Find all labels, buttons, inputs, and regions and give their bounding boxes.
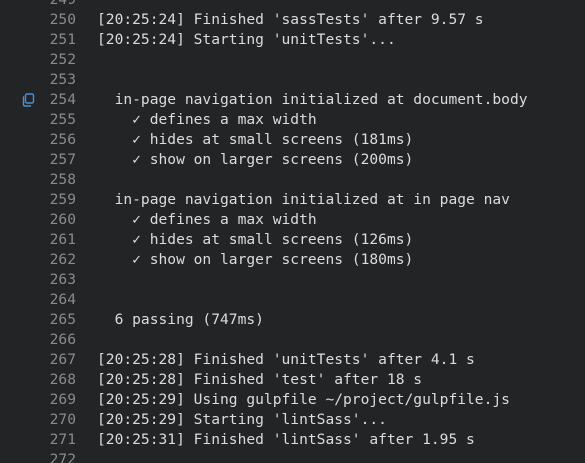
line-number: 254 — [49, 91, 76, 108]
console-line: 260 ✓ defines a max width — [0, 210, 585, 230]
line-text: ✓ defines a max width — [97, 111, 317, 128]
line-text: ✓ show on larger screens (200ms) — [97, 151, 414, 168]
console-line: 261 ✓ hides at small screens (126ms) — [0, 230, 585, 250]
line-number: 268 — [49, 371, 76, 388]
console-line: 254 in-page navigation initialized at do… — [0, 90, 585, 110]
line-number: 266 — [49, 331, 76, 348]
line-text: [20:25:28] Finished 'unitTests' after 4.… — [97, 351, 475, 368]
console-line: 259 in-page navigation initialized at in… — [0, 190, 585, 210]
line-number: 255 — [49, 111, 76, 128]
line-number: 265 — [49, 311, 76, 328]
console-line: 256 ✓ hides at small screens (181ms) — [0, 130, 585, 150]
console-line: 270 [20:25:29] Starting 'lintSass'... — [0, 410, 585, 430]
line-number: 270 — [49, 411, 76, 428]
console-line: 267 [20:25:28] Finished 'unitTests' after… — [0, 350, 585, 370]
console-line: 258 — [0, 170, 585, 190]
line-number: 267 — [49, 351, 76, 368]
console-line: 271 [20:25:31] Finished 'lintSass' after … — [0, 430, 585, 450]
console-line: 249 — [0, 0, 585, 10]
console-line: 263 — [0, 270, 585, 290]
line-number: 260 — [49, 211, 76, 228]
console-lines: 249250 [20:25:24] Finished 'sassTests' af… — [0, 0, 585, 463]
line-text: ✓ show on larger screens (180ms) — [97, 251, 414, 268]
console-line: 272 — [0, 450, 585, 463]
line-number: 269 — [49, 391, 76, 408]
line-number: 257 — [49, 151, 76, 168]
line-number: 259 — [49, 191, 76, 208]
console-line: 250 [20:25:24] Finished 'sassTests' after… — [0, 10, 585, 30]
line-text: [20:25:24] Finished 'sassTests' after 9.… — [97, 11, 484, 28]
console-line: 262 ✓ show on larger screens (180ms) — [0, 250, 585, 270]
console-line: 257 ✓ show on larger screens (200ms) — [0, 150, 585, 170]
line-number: 252 — [49, 51, 76, 68]
line-text: [20:25:29] Starting 'lintSass'... — [97, 411, 387, 428]
console-line: 253 — [0, 70, 585, 90]
console-line: 268 [20:25:28] Finished 'test' after 18 s — [0, 370, 585, 390]
line-text: in-page navigation initialized at docume… — [97, 91, 528, 108]
console-line: 269 [20:25:29] Using gulpfile ~/project/g… — [0, 390, 585, 410]
line-text: ✓ hides at small screens (181ms) — [97, 131, 414, 148]
line-text: [20:25:29] Using gulpfile ~/project/gulp… — [97, 391, 510, 408]
line-number: 261 — [49, 231, 76, 248]
line-number: 262 — [49, 251, 76, 268]
line-number: 264 — [49, 291, 76, 308]
line-text: [20:25:31] Finished 'lintSass' after 1.9… — [97, 431, 475, 448]
console-line: 255 ✓ defines a max width — [0, 110, 585, 130]
line-text: ✓ hides at small screens (126ms) — [97, 231, 414, 248]
line-number: 258 — [49, 171, 76, 188]
console-line: 265 6 passing (747ms) — [0, 310, 585, 330]
copy-icon[interactable] — [21, 93, 35, 107]
line-number: 256 — [49, 131, 76, 148]
line-number: 249 — [40, 0, 76, 10]
line-text: [20:25:24] Starting 'unitTests'... — [97, 31, 396, 48]
line-text: ✓ defines a max width — [97, 211, 317, 228]
line-number: 253 — [49, 71, 76, 88]
line-number: 271 — [49, 431, 76, 448]
line-number: 272 — [49, 451, 76, 463]
line-text: [20:25:28] Finished 'test' after 18 s — [97, 371, 423, 388]
terminal-output-panel: 249250 [20:25:24] Finished 'sassTests' af… — [0, 0, 585, 463]
console-line: 251 [20:25:24] Starting 'unitTests'... — [0, 30, 585, 50]
console-line: 252 — [0, 50, 585, 70]
console-line: 266 — [0, 330, 585, 350]
line-number: 263 — [49, 271, 76, 288]
line-number: 251 — [49, 31, 76, 48]
line-text: 6 passing (747ms) — [97, 311, 264, 328]
console-line: 264 — [0, 290, 585, 310]
line-text: in-page navigation initialized at in pag… — [97, 191, 510, 208]
line-number: 250 — [49, 11, 76, 28]
